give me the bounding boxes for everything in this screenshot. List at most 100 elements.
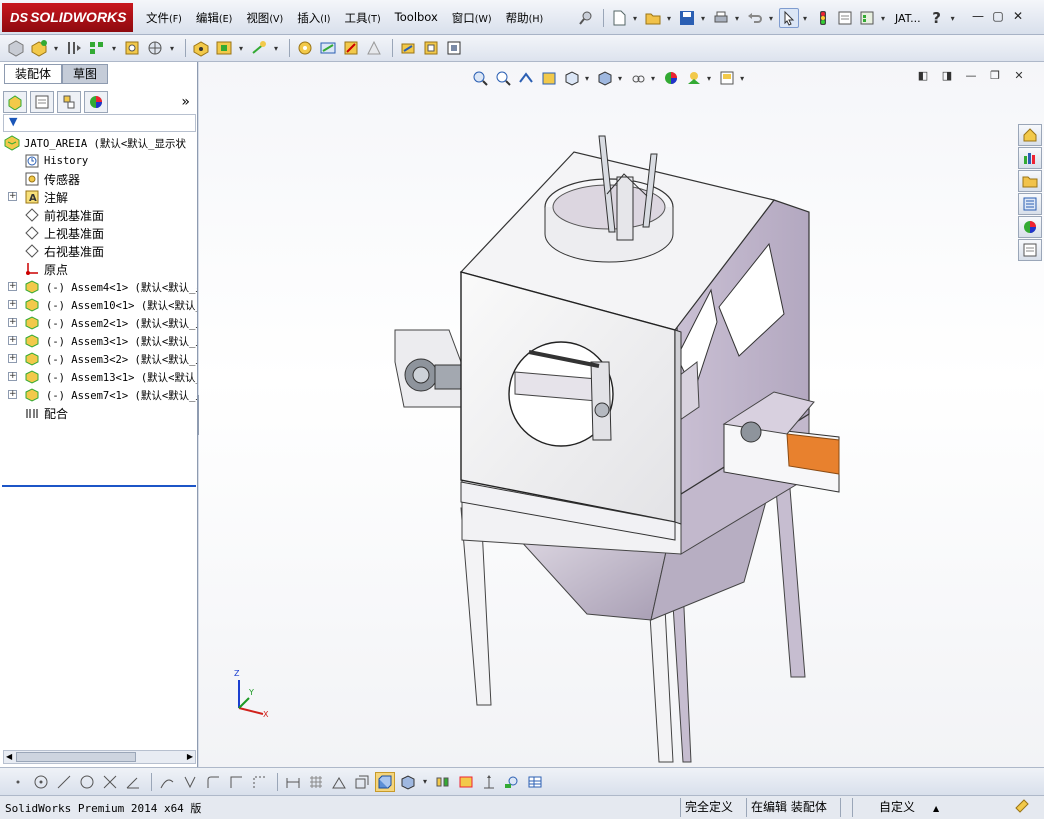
explode-icon[interactable] xyxy=(433,772,453,792)
assembly-features-icon[interactable] xyxy=(214,38,234,58)
menu-edit[interactable]: 编辑(E) xyxy=(196,10,232,28)
scene-dropdown-icon[interactable]: ▾ xyxy=(707,74,711,83)
section-view-icon[interactable] xyxy=(539,69,559,87)
minimize-icon[interactable]: — xyxy=(968,9,988,25)
tab-sketch[interactable]: 草图 xyxy=(62,64,109,84)
interference-detection-icon[interactable] xyxy=(364,38,384,58)
instant3d-icon[interactable] xyxy=(398,38,418,58)
triad-icon[interactable] xyxy=(479,772,499,792)
mate-icon[interactable] xyxy=(64,38,84,58)
tab-assembly[interactable]: 装配体 xyxy=(4,64,63,84)
feature-manager-tree-icon[interactable] xyxy=(3,91,27,113)
insert-component-icon[interactable] xyxy=(6,38,26,58)
rebuild-traffic-light-icon[interactable] xyxy=(813,8,833,28)
expand-icon[interactable]: + xyxy=(8,372,17,381)
dimension-icon[interactable] xyxy=(283,772,303,792)
open-folder-icon[interactable] xyxy=(643,8,663,28)
status-units[interactable]: 自定义 ▲ xyxy=(852,798,992,817)
circle-icon[interactable] xyxy=(77,772,97,792)
construction-icon[interactable] xyxy=(249,772,269,792)
close-icon[interactable]: ✕ xyxy=(1008,9,1028,25)
scroll-right-icon[interactable]: ▶ xyxy=(187,751,193,763)
zoom-to-area-icon[interactable] xyxy=(493,69,513,87)
filter-icon[interactable]: ▼ xyxy=(9,115,17,128)
shaded-box-icon[interactable] xyxy=(375,771,395,792)
sketch-icon[interactable] xyxy=(329,772,349,792)
select-cursor-icon[interactable] xyxy=(779,8,799,28)
view-settings-dropdown-icon[interactable]: ▾ xyxy=(740,74,744,83)
display-style-icon[interactable] xyxy=(595,69,615,87)
reference-geometry-icon[interactable] xyxy=(249,38,269,58)
expand-icon[interactable]: + xyxy=(8,354,17,363)
tree-item-assem13[interactable]: + (-) Assem13<1> (默认<默认_显 xyxy=(0,368,197,386)
design-library-icon[interactable] xyxy=(1018,147,1042,169)
new-part-icon[interactable] xyxy=(29,38,49,58)
zoom-to-fit-icon[interactable] xyxy=(470,69,490,87)
edit-appearance-icon[interactable] xyxy=(661,69,681,87)
hide-show-dropdown-icon[interactable]: ▾ xyxy=(651,74,655,83)
save-dropdown-icon[interactable]: ▾ xyxy=(699,14,707,23)
options-icon[interactable] xyxy=(857,8,877,28)
apply-scene-icon[interactable] xyxy=(684,69,704,87)
property-manager-icon[interactable] xyxy=(30,91,54,113)
solidworks-resources-icon[interactable] xyxy=(1018,124,1042,146)
panel-expand-icon[interactable]: » xyxy=(181,94,190,110)
expand-icon[interactable]: + xyxy=(8,336,17,345)
pin-icon[interactable] xyxy=(576,8,596,28)
view-orientation-dropdown-icon[interactable]: ▾ xyxy=(585,74,589,83)
table-icon[interactable] xyxy=(525,772,545,792)
print-icon[interactable] xyxy=(711,8,731,28)
panel-horizontal-scrollbar[interactable]: ◀ ▶ xyxy=(3,750,196,764)
tree-item-history[interactable]: History xyxy=(0,152,197,170)
point-icon[interactable] xyxy=(8,772,28,792)
fillet-icon[interactable] xyxy=(203,772,223,792)
new-part-dropdown-icon[interactable]: ▾ xyxy=(52,44,60,53)
undo-dropdown-icon[interactable]: ▾ xyxy=(767,14,775,23)
expand-panel-icon[interactable]: ◨ xyxy=(938,70,956,84)
view-palette-icon[interactable] xyxy=(1018,193,1042,215)
doc-minimize-icon[interactable]: — xyxy=(962,70,980,84)
options-dropdown-icon[interactable]: ▾ xyxy=(879,14,887,23)
expand-icon[interactable]: + xyxy=(8,318,17,327)
tree-item-assem2[interactable]: + (-) Assem2<1> (默认<默认_显 xyxy=(0,314,197,332)
bill-of-materials-icon[interactable] xyxy=(295,38,315,58)
move-dropdown-icon[interactable]: ▾ xyxy=(168,44,176,53)
corner-icon[interactable] xyxy=(226,772,246,792)
new-document-icon[interactable] xyxy=(609,8,629,28)
help-dropdown-icon[interactable]: ▾ xyxy=(949,14,957,23)
maximize-icon[interactable]: ▢ xyxy=(988,9,1008,25)
tangent-arc-icon[interactable] xyxy=(157,772,177,792)
wireframe-box-icon[interactable] xyxy=(352,772,372,792)
tree-item-annotations[interactable]: + A 注解 xyxy=(0,188,197,206)
graphics-area[interactable]: Z Y X ▾ ▾ ▾ ▾ ▾ ◧ ◨ — ❐ ✕ xyxy=(199,62,1044,767)
tree-item-origin[interactable]: 原点 xyxy=(0,260,197,278)
scroll-left-icon[interactable]: ◀ xyxy=(6,751,12,763)
menu-tools[interactable]: 工具(T) xyxy=(344,10,380,28)
menu-view[interactable]: 视图(V) xyxy=(246,10,283,28)
custom-properties-icon[interactable] xyxy=(1018,239,1042,261)
tree-item-assem3-1[interactable]: + (-) Assem3<1> (默认<默认_显 xyxy=(0,332,197,350)
tree-root[interactable]: JATO_AREIA (默认<默认_显示状 xyxy=(0,134,197,152)
expand-icon[interactable]: + xyxy=(8,390,17,399)
mirror-icon[interactable] xyxy=(180,772,200,792)
expand-icon[interactable]: + xyxy=(8,192,17,201)
take-snapshot-icon[interactable] xyxy=(444,38,464,58)
collapse-panel-icon[interactable]: ◧ xyxy=(914,70,932,84)
view-settings-icon[interactable] xyxy=(717,69,737,87)
doc-restore-icon[interactable]: ❐ xyxy=(986,70,1004,84)
configuration-manager-icon[interactable] xyxy=(57,91,81,113)
show-hidden-icon[interactable] xyxy=(191,38,211,58)
tree-item-mates[interactable]: 配合 xyxy=(0,404,197,422)
display-manager-icon[interactable] xyxy=(84,91,108,113)
line-icon[interactable] xyxy=(54,772,74,792)
filter-field[interactable]: ▼ xyxy=(3,114,196,132)
features-dropdown-icon[interactable]: ▾ xyxy=(237,44,245,53)
menu-window[interactable]: 窗口(W) xyxy=(452,10,492,28)
tree-item-assem3-2[interactable]: + (-) Assem3<2> (默认<默认_显 xyxy=(0,350,197,368)
pattern-dropdown-icon[interactable]: ▾ xyxy=(110,44,118,53)
speedpak-icon[interactable] xyxy=(421,38,441,58)
rollback-bar[interactable] xyxy=(2,485,196,487)
undo-icon[interactable] xyxy=(745,8,765,28)
open-dropdown-icon[interactable]: ▾ xyxy=(665,14,673,23)
file-explorer-icon[interactable] xyxy=(1018,170,1042,192)
